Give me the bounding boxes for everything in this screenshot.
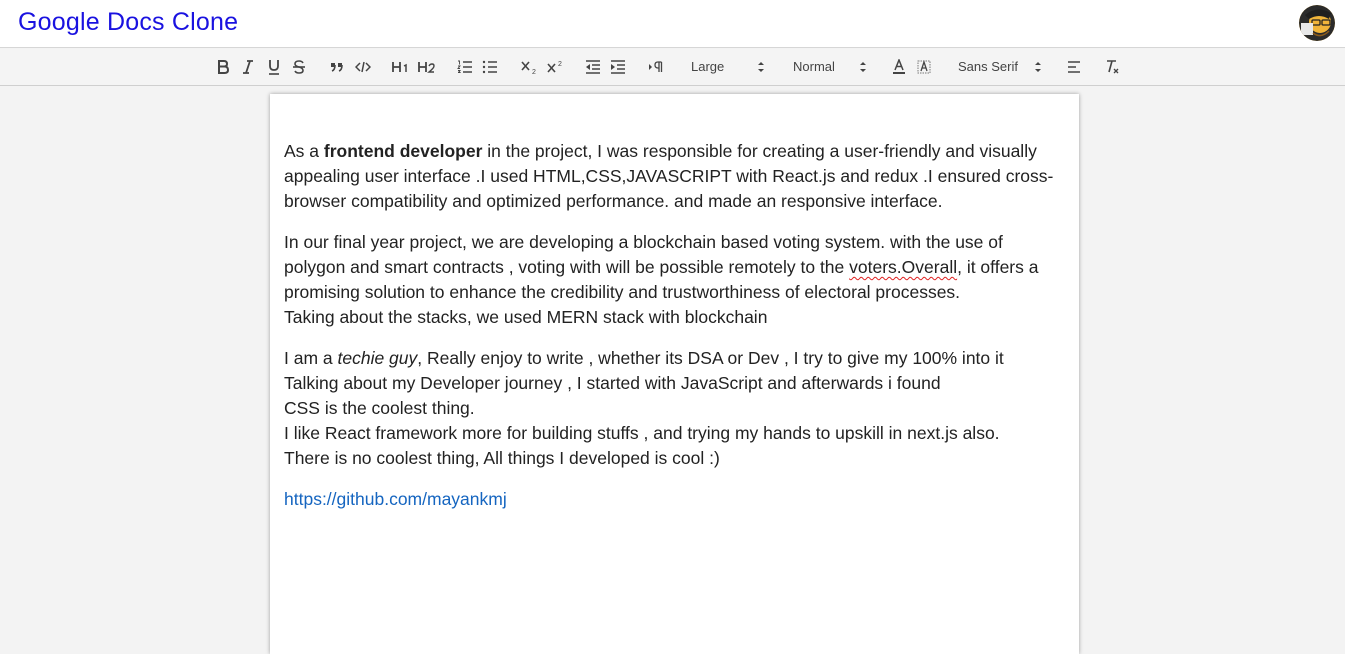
ordered-list-button[interactable] xyxy=(456,57,474,77)
quote-icon xyxy=(331,63,343,72)
size-select[interactable]: Large xyxy=(691,57,769,77)
paragraph-text: I like React framework more for building… xyxy=(284,423,1000,443)
strikethrough-button[interactable] xyxy=(290,57,308,77)
font-color-button[interactable] xyxy=(890,57,908,77)
svg-text:2: 2 xyxy=(532,69,536,75)
header-2-button[interactable] xyxy=(417,57,437,77)
highlight-icon xyxy=(917,59,931,74)
app-header: Google Docs Clone xyxy=(0,0,1345,48)
header-1-button[interactable] xyxy=(391,57,411,77)
outdent-button[interactable] xyxy=(584,57,602,77)
paragraph-text: There is no coolest thing, All things I … xyxy=(284,448,720,468)
code-block-button[interactable] xyxy=(354,57,372,77)
ordered-list-icon xyxy=(457,60,472,73)
text-direction-button[interactable] xyxy=(647,57,665,77)
rtl-icon xyxy=(649,61,663,72)
svg-text:2: 2 xyxy=(558,61,562,68)
app-title[interactable]: Google Docs Clone xyxy=(18,8,238,37)
paragraph-frontend: As a frontend developer in the project, … xyxy=(284,139,1064,214)
github-link[interactable]: https://github.com/mayankmj xyxy=(284,489,507,509)
italic-text: techie guy xyxy=(337,348,418,368)
select-arrows-icon xyxy=(860,62,866,72)
font-select[interactable]: Sans Serif xyxy=(958,57,1044,77)
code-icon xyxy=(355,61,371,73)
blockquote-button[interactable] xyxy=(328,57,346,77)
bold-icon xyxy=(218,60,230,74)
paragraph-project: In our final year project, we are develo… xyxy=(284,230,1064,330)
clear-format-button[interactable] xyxy=(1103,57,1121,77)
paragraph-text: , Really enjoy to write , whether its DS… xyxy=(417,348,1004,368)
h2-icon xyxy=(418,62,435,73)
outdent-icon xyxy=(586,60,600,74)
superscript-icon: 2 xyxy=(547,61,562,73)
indent-button[interactable] xyxy=(609,57,627,77)
align-left-icon xyxy=(1068,61,1080,73)
italic-icon xyxy=(243,60,253,74)
header-select[interactable]: Normal xyxy=(793,57,871,77)
paragraph-text: CSS is the coolest thing. xyxy=(284,398,475,418)
underline-icon xyxy=(269,60,279,75)
document-page[interactable]: As a frontend developer in the project, … xyxy=(270,94,1079,654)
italic-button[interactable] xyxy=(239,57,257,77)
h1-icon xyxy=(392,62,407,72)
align-button[interactable] xyxy=(1065,57,1083,77)
misspelled-word[interactable]: voters.Overall xyxy=(849,257,957,277)
subscript-button[interactable]: 2 xyxy=(519,57,539,77)
user-avatar-icon[interactable] xyxy=(1299,5,1335,41)
select-arrows-icon xyxy=(1035,62,1041,72)
background-color-button[interactable] xyxy=(915,57,933,77)
formatting-toolbar: 2 2 Large Normal Sans Serif xyxy=(0,49,1345,86)
font-select-value: Sans Serif xyxy=(958,59,1018,74)
paragraph-text: As a xyxy=(284,141,324,161)
select-arrows-icon xyxy=(758,62,764,72)
indent-icon xyxy=(611,60,625,74)
paragraph-text: Talking about my Developer journey , I s… xyxy=(284,373,941,393)
paragraph-about: I am a techie guy, Really enjoy to write… xyxy=(284,346,1064,471)
document-editor[interactable]: As a frontend developer in the project, … xyxy=(284,139,1064,528)
bullet-list-icon xyxy=(482,60,497,74)
bold-text: frontend developer xyxy=(323,141,483,161)
size-select-value: Large xyxy=(691,59,725,74)
underline-button[interactable] xyxy=(265,57,283,77)
strikethrough-icon xyxy=(293,60,305,74)
paragraph-text: I am a xyxy=(284,348,338,368)
clear-format-icon xyxy=(1107,60,1119,74)
header-select-value: Normal xyxy=(793,59,835,74)
paragraph-link: https://github.com/mayankmj xyxy=(284,487,1064,512)
superscript-button[interactable]: 2 xyxy=(545,57,565,77)
subscript-icon: 2 xyxy=(521,61,536,75)
font-color-icon xyxy=(893,59,905,74)
bullet-list-button[interactable] xyxy=(481,57,499,77)
bold-button[interactable] xyxy=(214,57,232,77)
paragraph-text: Taking about the stacks, we used MERN st… xyxy=(284,307,768,327)
